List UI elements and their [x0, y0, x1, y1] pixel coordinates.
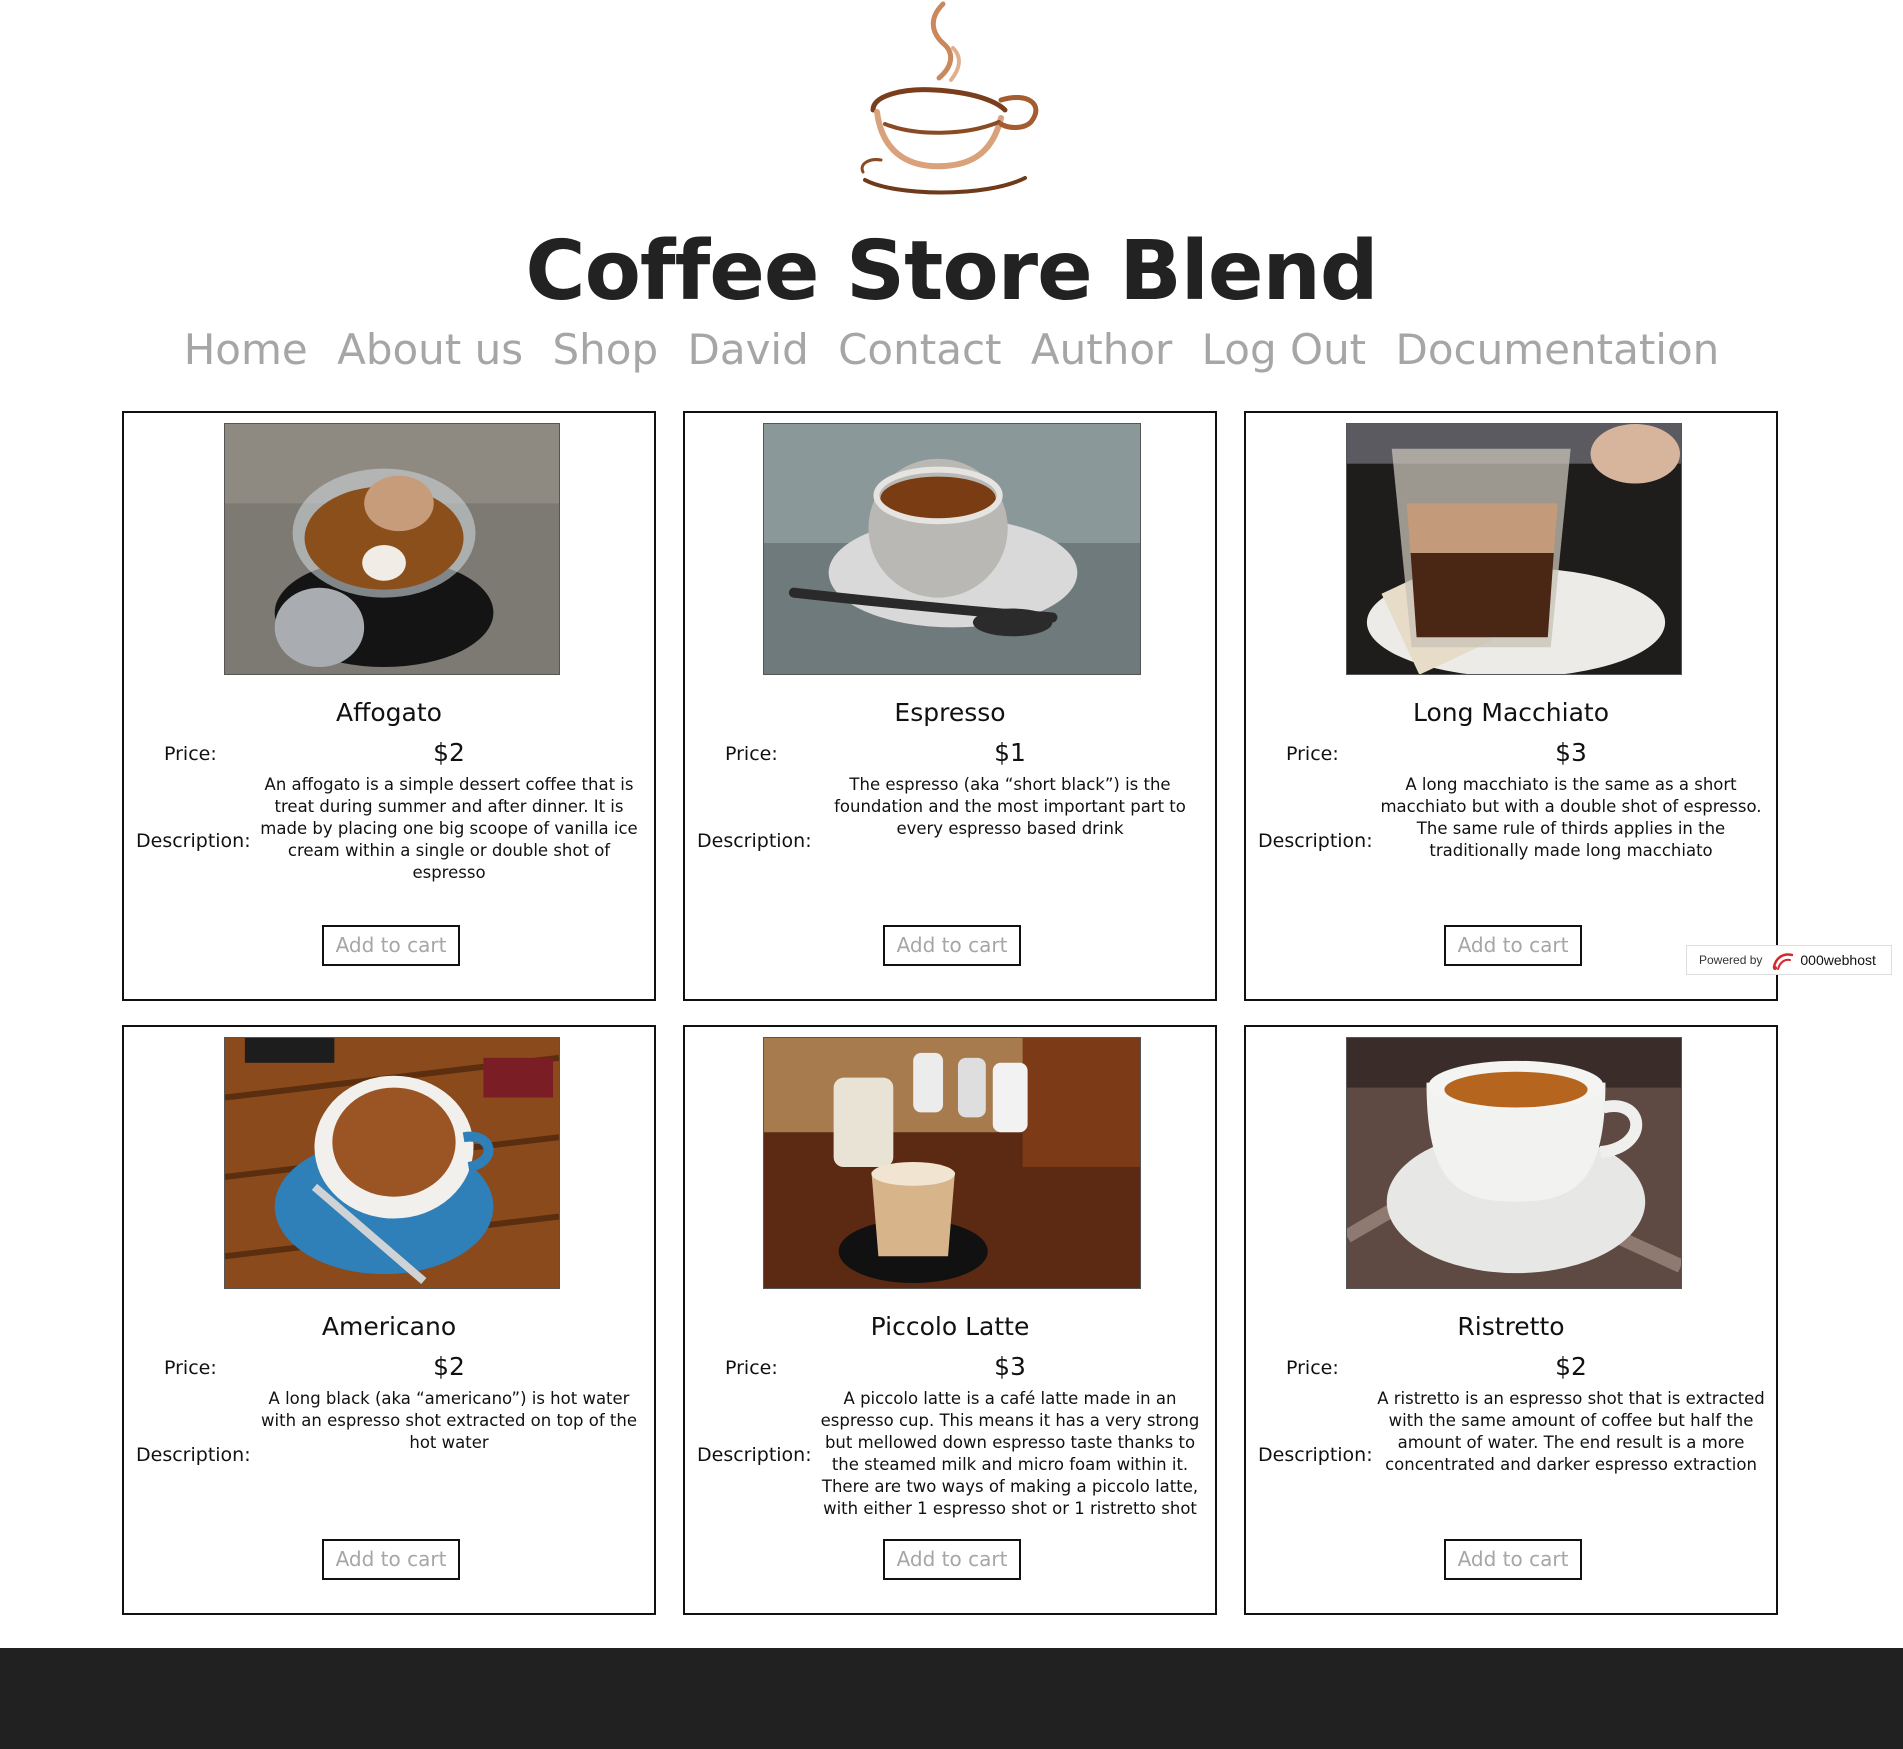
piccolo-latte-photo — [763, 1037, 1141, 1289]
product-name: Piccolo Latte — [870, 1312, 1030, 1341]
long-macchiato-photo — [1346, 423, 1682, 675]
price-label: Price: — [1286, 1357, 1339, 1379]
product-description: A long macchiato is the same as a short … — [1380, 775, 1762, 860]
product-name: Affogato — [336, 698, 442, 727]
powered-by-badge[interactable]: Powered by 000webhost — [1686, 945, 1892, 975]
add-to-cart-button[interactable]: Add to cart — [1444, 1539, 1582, 1580]
nav-contact-link[interactable]: Contact — [838, 325, 1001, 374]
price-label: Price: — [164, 1357, 217, 1379]
description-label: Description: — [1258, 1444, 1373, 1466]
product-price: $2 — [1555, 1352, 1587, 1381]
nav-shop-link[interactable]: Shop — [552, 325, 658, 374]
add-to-cart-button[interactable]: Add to cart — [883, 1539, 1021, 1580]
nav-home-link[interactable]: Home — [184, 325, 308, 374]
page-footer — [0, 1648, 1903, 1749]
nav-author-link[interactable]: Author — [1031, 325, 1172, 374]
description-label: Description: — [697, 830, 812, 852]
product-description: A long black (aka “americano”) is hot wa… — [261, 1389, 637, 1452]
ristretto-photo — [1346, 1037, 1682, 1289]
price-label: Price: — [164, 743, 217, 765]
product-card-ristretto: Ristretto Price: $2 Description: A ristr… — [1244, 1025, 1778, 1615]
product-name: Ristretto — [1457, 1312, 1565, 1341]
nav-about-link[interactable]: About us — [337, 325, 523, 374]
powered-by-text: Powered by — [1699, 953, 1763, 967]
product-name: Espresso — [894, 698, 1006, 727]
product-price: $3 — [1555, 738, 1587, 767]
product-card-affogato: Affogato Price: $2 Description: An affog… — [122, 411, 656, 1001]
product-price: $3 — [994, 1352, 1026, 1381]
site-title: Coffee Store Blend — [525, 224, 1378, 319]
main-nav: Home About us Shop David Contact Author … — [0, 322, 1903, 378]
product-description: An affogato is a simple dessert coffee t… — [260, 775, 638, 882]
nav-david-link[interactable]: David — [687, 325, 808, 374]
product-price: $1 — [994, 738, 1026, 767]
description-label: Description: — [697, 1444, 812, 1466]
coffee-cup-logo-icon — [860, 1, 1039, 195]
product-card-piccolo-latte: Piccolo Latte Price: $3 Description: A p… — [683, 1025, 1217, 1615]
price-label: Price: — [1286, 743, 1339, 765]
product-price: $2 — [433, 738, 465, 767]
americano-photo — [224, 1037, 560, 1289]
add-to-cart-button[interactable]: Add to cart — [883, 925, 1021, 966]
product-description: A piccolo latte is a café latte made in … — [820, 1389, 1200, 1518]
product-name: Americano — [321, 1312, 457, 1341]
product-card-espresso: Espresso Price: $1 Description: The espr… — [683, 411, 1217, 1001]
nav-documentation-link[interactable]: Documentation — [1396, 325, 1720, 374]
add-to-cart-button[interactable]: Add to cart — [322, 1539, 460, 1580]
product-card-long-macchiato: Long Macchiato Price: $3 Description: A … — [1244, 411, 1778, 1001]
webhost-logo-icon — [1773, 953, 1794, 970]
add-to-cart-button[interactable]: Add to cart — [1444, 925, 1582, 966]
description-label: Description: — [136, 1444, 251, 1466]
description-label: Description: — [1258, 830, 1373, 852]
description-label: Description: — [136, 830, 251, 852]
powered-by-brand: 000webhost — [1800, 952, 1876, 968]
product-description: The espresso (aka “short black”) is the … — [834, 775, 1186, 838]
nav-logout-link[interactable]: Log Out — [1202, 325, 1367, 374]
price-label: Price: — [725, 1357, 778, 1379]
product-name: Long Macchiato — [1412, 698, 1610, 727]
add-to-cart-button[interactable]: Add to cart — [322, 925, 460, 966]
affogato-photo — [224, 423, 560, 675]
product-price: $2 — [433, 1352, 465, 1381]
product-description: A ristretto is an espresso shot that is … — [1377, 1389, 1765, 1474]
espresso-photo — [763, 423, 1141, 675]
price-label: Price: — [725, 743, 778, 765]
product-card-americano: Americano Price: $2 Description: A long … — [122, 1025, 656, 1615]
